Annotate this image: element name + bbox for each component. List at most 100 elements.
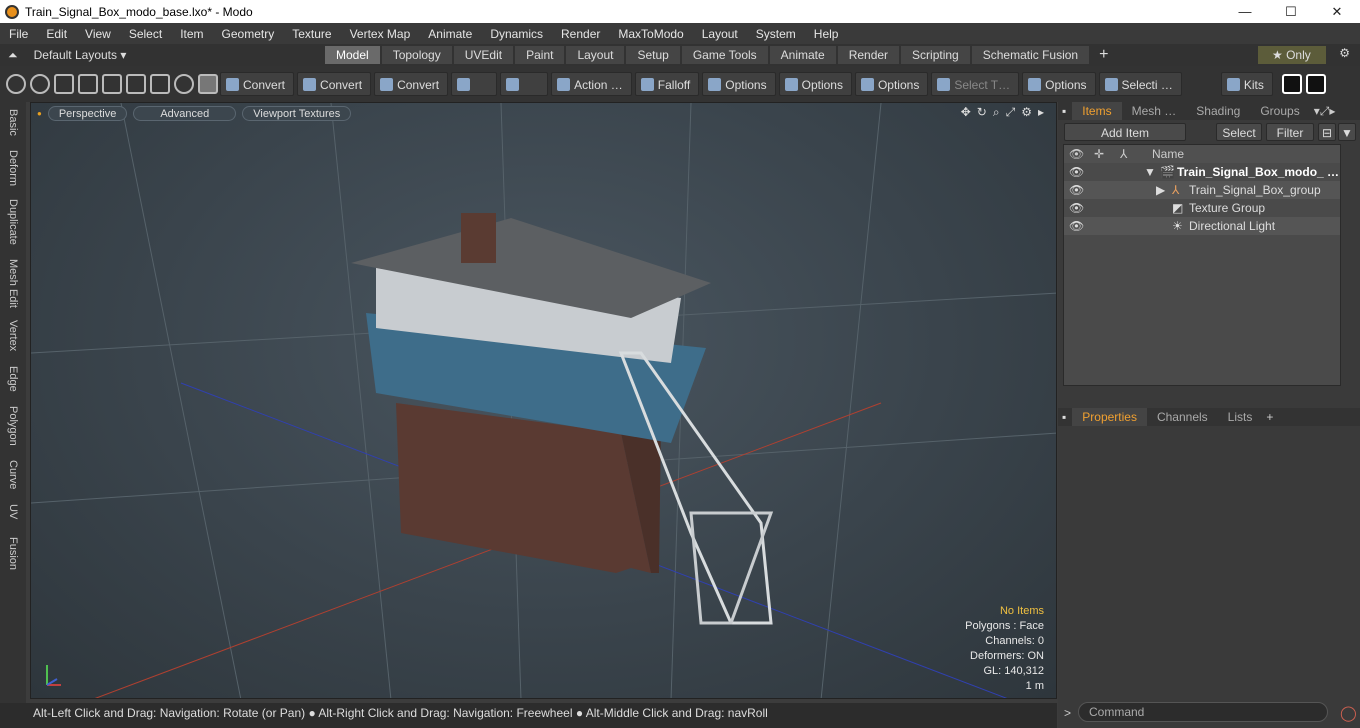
select-through-button[interactable]: Select T…: [931, 72, 1020, 96]
tab-properties[interactable]: Properties: [1072, 408, 1147, 426]
pivot-mode-icon[interactable]: [126, 74, 146, 94]
menu-view[interactable]: View: [76, 27, 120, 41]
viewport-textures-dropdown[interactable]: Viewport Textures: [242, 105, 352, 121]
tab-lists[interactable]: Lists: [1218, 408, 1263, 426]
tab-shading[interactable]: Shading: [1186, 102, 1250, 120]
tab-topology[interactable]: Topology: [381, 46, 452, 64]
edge-mode-icon[interactable]: [54, 74, 74, 94]
convert-button-2[interactable]: Convert: [297, 72, 372, 96]
sphere-mode-icon[interactable]: [30, 74, 50, 94]
funnel-icon[interactable]: ▼: [1338, 123, 1356, 141]
menu-edit[interactable]: Edit: [37, 27, 76, 41]
tab-channels[interactable]: Channels: [1147, 408, 1218, 426]
menu-item[interactable]: Item: [171, 27, 212, 41]
minimize-button[interactable]: —: [1222, 0, 1268, 23]
unreal-icon[interactable]: [1305, 74, 1326, 94]
eye-icon[interactable]: 👁: [1069, 219, 1084, 233]
tab-setup[interactable]: Setup: [626, 46, 680, 64]
tab-schematic-fusion[interactable]: Schematic Fusion: [971, 46, 1090, 64]
options-button-1[interactable]: Options: [702, 72, 776, 96]
menu-vertex-map[interactable]: Vertex Map: [341, 27, 420, 41]
polygon-mode-icon[interactable]: [78, 74, 98, 94]
menu-layout[interactable]: Layout: [693, 27, 747, 41]
fit-icon[interactable]: ⤢: [1006, 105, 1016, 120]
unity-icon[interactable]: [1281, 74, 1302, 94]
zoom-icon[interactable]: ⌕: [993, 105, 1000, 120]
tab-polygon[interactable]: Polygon: [3, 404, 23, 448]
vertex-mode-icon[interactable]: [6, 74, 26, 94]
menu-system[interactable]: System: [747, 27, 805, 41]
kits-button[interactable]: Kits: [1220, 72, 1273, 96]
convert-button-1[interactable]: Convert: [220, 72, 295, 96]
tab-duplicate[interactable]: Duplicate: [3, 198, 23, 246]
expand-toggle[interactable]: ▼: [1144, 165, 1156, 179]
viewport-gear-icon[interactable]: ⚙: [1021, 105, 1032, 120]
eye-icon[interactable]: 👁: [1069, 183, 1084, 197]
select-button[interactable]: Select: [1216, 123, 1262, 141]
tab-deform[interactable]: Deform: [3, 148, 23, 188]
tab-curve[interactable]: Curve: [3, 458, 23, 492]
expand-toggle[interactable]: ▶: [1156, 183, 1165, 197]
tab-game-tools[interactable]: Game Tools: [681, 46, 768, 64]
layout-collapse-icon[interactable]: ⏶: [8, 48, 18, 63]
close-button[interactable]: ✕: [1314, 0, 1360, 23]
menu-dynamics[interactable]: Dynamics: [481, 27, 552, 41]
tab-render[interactable]: Render: [837, 46, 900, 64]
gear-icon[interactable]: ⚙: [1339, 46, 1350, 60]
record-icon[interactable]: ◯: [1340, 704, 1357, 722]
tab-scripting[interactable]: Scripting: [901, 46, 970, 64]
item-row[interactable]: 👁 ▶ ⅄ Train_Signal_Box_group: [1064, 181, 1340, 199]
maximize-button[interactable]: ☐: [1268, 0, 1314, 23]
menu-texture[interactable]: Texture: [283, 27, 340, 41]
item-mode-icon[interactable]: [102, 74, 122, 94]
menu-maxtomodo[interactable]: MaxToModo: [609, 27, 692, 41]
3d-viewport[interactable]: ● Perspective Advanced Viewport Textures…: [30, 102, 1057, 699]
add-item-button[interactable]: Add Item: [1064, 123, 1186, 141]
filter-button[interactable]: Filter: [1266, 123, 1314, 141]
menu-select[interactable]: Select: [120, 27, 171, 41]
add-tab-icon[interactable]: +: [1099, 46, 1108, 64]
tab-edge[interactable]: Edge: [3, 364, 23, 394]
eye-icon[interactable]: 👁: [1069, 201, 1084, 215]
tab-mesh-edit[interactable]: Mesh Edit: [3, 258, 23, 308]
only-toggle[interactable]: ★ Only: [1258, 46, 1326, 64]
perspective-dropdown[interactable]: Perspective: [47, 105, 128, 121]
item-row[interactable]: 👁 ▼ 🎬 Train_Signal_Box_modo_ …: [1064, 163, 1340, 181]
menu-file[interactable]: File: [0, 27, 37, 41]
action-center-button[interactable]: Action …: [551, 72, 632, 96]
collapse-icon[interactable]: ⊟: [1318, 123, 1336, 141]
command-input[interactable]: Command: [1078, 702, 1328, 722]
tab-basic[interactable]: Basic: [3, 106, 23, 138]
material-mode-icon[interactable]: [150, 74, 170, 94]
tab-layout[interactable]: Layout: [566, 46, 625, 64]
tab-items[interactable]: Items: [1072, 102, 1122, 120]
tab-uv[interactable]: UV: [3, 502, 23, 522]
eye-icon[interactable]: 👁: [1069, 165, 1084, 179]
pan-icon[interactable]: ✥: [961, 105, 971, 120]
item-row[interactable]: 👁 ◩ Texture Group: [1064, 199, 1340, 217]
options-button-3[interactable]: Options: [854, 72, 929, 96]
rotate-icon[interactable]: ↻: [977, 105, 987, 120]
menu-render[interactable]: Render: [552, 27, 609, 41]
tab-animate[interactable]: Animate: [769, 46, 836, 64]
advanced-dropdown[interactable]: Advanced: [133, 105, 237, 121]
falloff-button[interactable]: Falloff: [634, 72, 700, 96]
shaded-cube-icon[interactable]: [198, 74, 218, 94]
name-column-header[interactable]: Name: [1152, 147, 1184, 161]
item-row[interactable]: 👁 ☀ Directional Light: [1064, 217, 1340, 235]
tab-mesh[interactable]: Mesh …: [1122, 102, 1187, 120]
panel-options-icon[interactable]: ▾⤢▸: [1314, 104, 1336, 119]
menu-help[interactable]: Help: [805, 27, 848, 41]
tab-model[interactable]: Model: [325, 46, 380, 64]
add-panel-tab-icon[interactable]: +: [1266, 410, 1273, 424]
tab-vertex[interactable]: Vertex: [3, 318, 23, 354]
menu-animate[interactable]: Animate: [419, 27, 481, 41]
options-button-2[interactable]: Options: [778, 72, 852, 96]
tab-uvedit[interactable]: UVEdit: [453, 46, 514, 64]
shield-toggle-button[interactable]: [500, 72, 549, 96]
options-button-4[interactable]: Options: [1022, 72, 1096, 96]
tab-paint[interactable]: Paint: [515, 46, 565, 64]
tab-groups[interactable]: Groups: [1250, 102, 1309, 120]
tab-fusion[interactable]: Fusion: [3, 534, 23, 574]
cube-dropdown-button[interactable]: [451, 72, 498, 96]
